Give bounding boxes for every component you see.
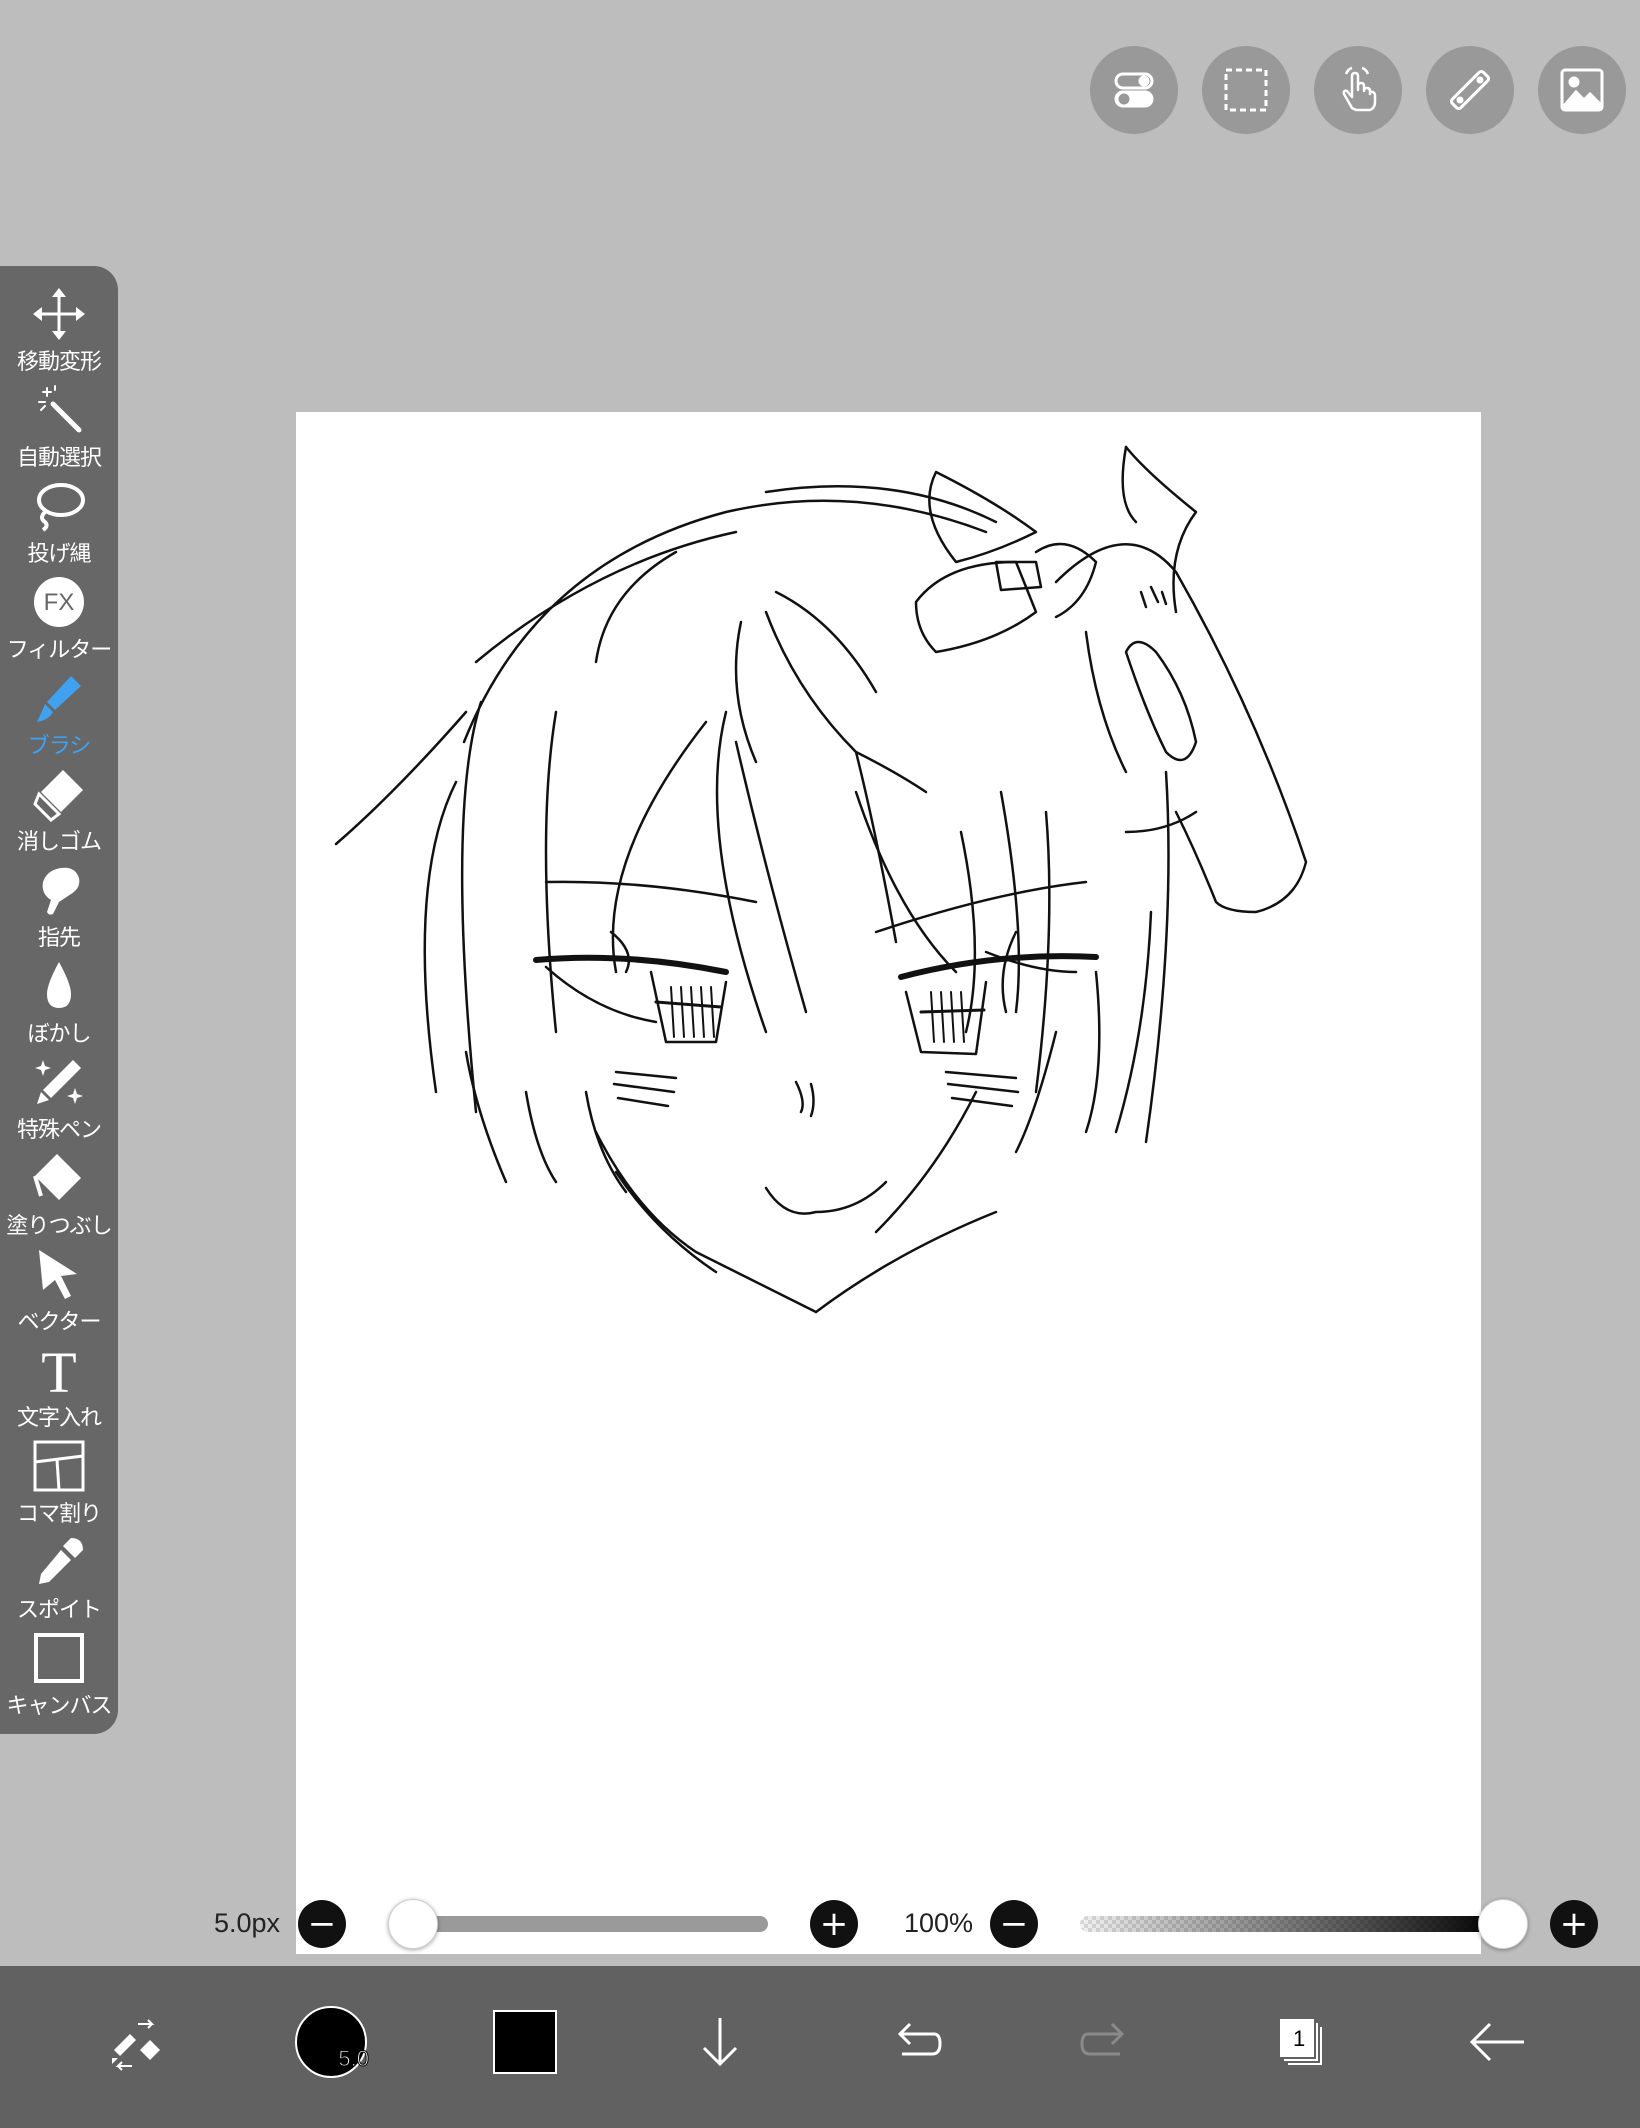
- tool-fill[interactable]: 塗りつぶし: [0, 1146, 118, 1242]
- brush-slider-row: 5.0px − + 100% − +: [0, 1890, 1640, 1958]
- magic-wand-icon: [38, 385, 82, 433]
- tool-label: キャンバス: [6, 1693, 112, 1718]
- tool-text[interactable]: T 文字入れ: [0, 1338, 118, 1434]
- opacity-slider[interactable]: [1080, 1916, 1500, 1932]
- undo-button[interactable]: [864, 1992, 964, 2092]
- sketch-artwork: [334, 445, 1308, 1314]
- text-glyph: T: [41, 1342, 76, 1398]
- image-button[interactable]: [1538, 46, 1626, 134]
- tool-lasso[interactable]: 投げ縄: [0, 474, 118, 570]
- swap-tool-button[interactable]: [86, 1992, 186, 2092]
- tool-label: 移動変形: [16, 349, 102, 374]
- touch-button[interactable]: [1314, 46, 1402, 134]
- top-toolbar: [1090, 46, 1626, 134]
- tool-label: ブラシ: [27, 733, 92, 758]
- canvas-icon: [34, 1633, 84, 1683]
- brush-size-badge: 5.0: [338, 2046, 370, 2072]
- download-button[interactable]: [670, 1992, 770, 2092]
- tool-filter[interactable]: FX フィルター: [0, 570, 118, 666]
- eraser-icon: [33, 770, 83, 822]
- tool-palette: 移動変形 自動選択 投げ縄 FX フィルター ブラシ 消しゴム 指先 ぼかし 特…: [0, 266, 118, 1734]
- size-decrease-button[interactable]: −: [298, 1900, 346, 1948]
- finger-icon: [42, 867, 80, 915]
- tool-move-transform[interactable]: 移動変形: [0, 282, 118, 378]
- tool-label: コマ割り: [16, 1501, 102, 1526]
- tool-label: スポイト: [16, 1597, 102, 1622]
- color-button[interactable]: [475, 1992, 575, 2092]
- brush-preview: 5.0: [295, 2006, 370, 2078]
- tool-label: 文字入れ: [16, 1405, 102, 1430]
- text-icon: T: [41, 1342, 76, 1398]
- redo-button[interactable]: [1058, 1992, 1158, 2092]
- opacity-increase-button[interactable]: +: [1550, 1900, 1598, 1948]
- brush-icon: [37, 676, 81, 722]
- blur-icon: [47, 962, 71, 1008]
- tool-brush[interactable]: ブラシ: [0, 666, 118, 762]
- tool-canvas[interactable]: キャンバス: [0, 1626, 118, 1722]
- lasso-icon: [37, 483, 85, 532]
- brush-size-knob[interactable]: [388, 1899, 438, 1949]
- move-icon: [33, 288, 85, 340]
- tool-label: 塗りつぶし: [6, 1213, 112, 1238]
- tool-label: ベクター: [17, 1309, 101, 1334]
- redo-icon: [1080, 2022, 1125, 2056]
- tool-label: ぼかし: [27, 1021, 91, 1046]
- tool-smudge[interactable]: 指先: [0, 858, 118, 954]
- size-increase-button[interactable]: +: [810, 1900, 858, 1948]
- tool-label: 自動選択: [16, 445, 102, 470]
- fx-text: FX: [44, 589, 75, 616]
- touch-icon: [1342, 66, 1377, 112]
- opacity-knob[interactable]: [1478, 1899, 1528, 1949]
- brush-size-label: 5.0px: [214, 1908, 281, 1938]
- ruler-button[interactable]: [1426, 46, 1514, 134]
- layers-button[interactable]: 1: [1253, 1992, 1353, 2092]
- fill-icon: [33, 1154, 81, 1200]
- tool-label: フィルター: [6, 637, 113, 662]
- tool-label: 指先: [37, 925, 81, 950]
- ruler-icon: [1449, 69, 1491, 111]
- layer-count: 1: [1293, 2026, 1306, 2051]
- color-swatch: [493, 2010, 557, 2074]
- tool-vector[interactable]: ベクター: [0, 1242, 118, 1338]
- tool-eyedropper[interactable]: スポイト: [0, 1530, 118, 1626]
- special-pen-icon: [35, 1060, 83, 1104]
- tool-frame-divider[interactable]: コマ割り: [0, 1434, 118, 1530]
- arrow-down-icon: [702, 2018, 738, 2067]
- drawing-canvas[interactable]: [296, 412, 1481, 1954]
- toggle-icon: [1114, 72, 1154, 108]
- vector-icon: [39, 1250, 77, 1299]
- bottom-bar: 5.0 1: [0, 1966, 1640, 2128]
- selection-icon: [1224, 68, 1268, 112]
- tool-blur[interactable]: ぼかし: [0, 954, 118, 1050]
- eyedropper-icon: [39, 1538, 83, 1584]
- opacity-decrease-button[interactable]: −: [990, 1900, 1038, 1948]
- tool-label: 消しゴム: [16, 829, 102, 854]
- brush-size-button[interactable]: 5.0: [281, 1992, 381, 2092]
- selection-button[interactable]: [1202, 46, 1290, 134]
- tool-label: 特殊ペン: [16, 1117, 102, 1142]
- tool-special-pen[interactable]: 特殊ペン: [0, 1050, 118, 1146]
- tool-eraser[interactable]: 消しゴム: [0, 762, 118, 858]
- opacity-label: 100%: [904, 1908, 974, 1938]
- brush-size-slider[interactable]: [388, 1916, 768, 1932]
- fx-icon: FX: [34, 577, 84, 627]
- tool-label: 投げ縄: [27, 541, 91, 566]
- tool-auto-select[interactable]: 自動選択: [0, 378, 118, 474]
- toggle-button[interactable]: [1090, 46, 1178, 134]
- frame-divider-icon: [33, 1440, 85, 1492]
- arrow-left-icon: [1469, 2022, 1524, 2062]
- undo-icon: [897, 2022, 942, 2056]
- back-button[interactable]: [1448, 1992, 1548, 2092]
- swap-pen-eraser-icon: [112, 2019, 160, 2071]
- image-icon: [1560, 68, 1604, 112]
